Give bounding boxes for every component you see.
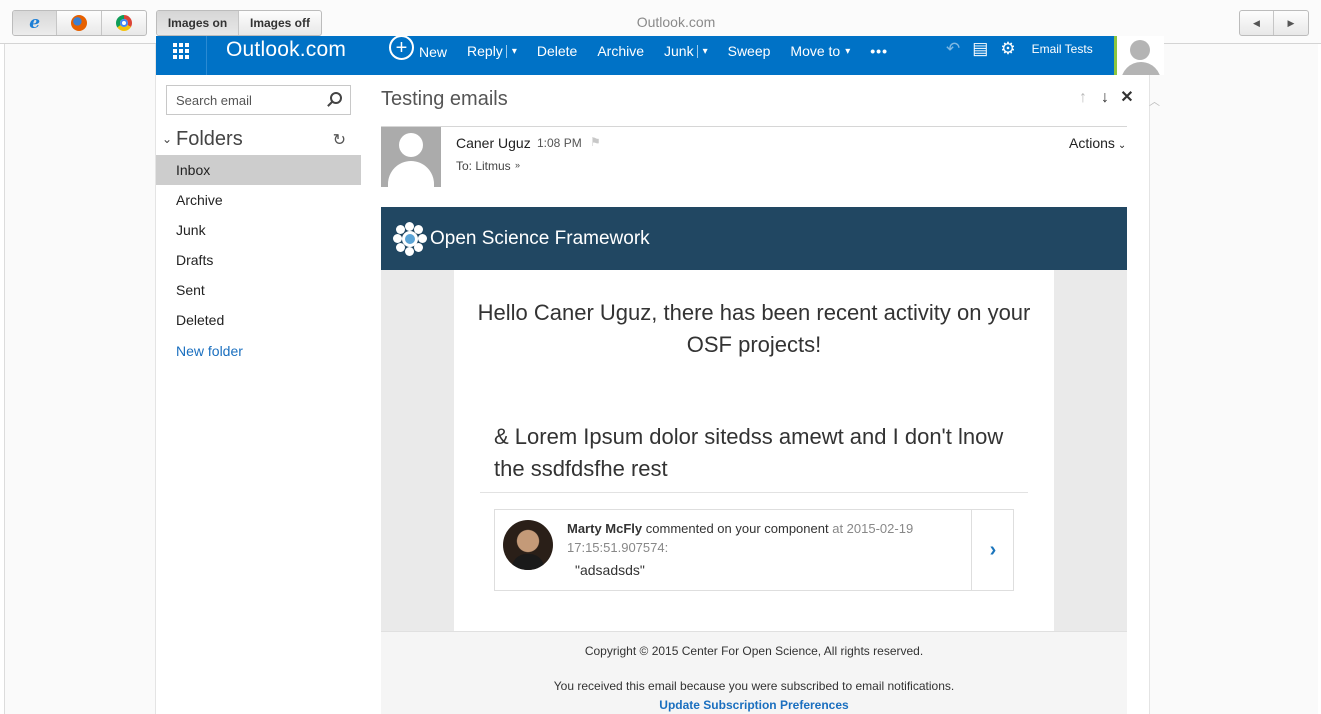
refresh-icon[interactable]: ↻ [333, 130, 346, 150]
chevron-down-icon[interactable]: ▾ [512, 46, 517, 57]
reading-pane: Testing emails ↑ ↓ ✕ ︿ Caner Uguz 1:08 P… [361, 75, 1160, 714]
email-card: Hello Caner Uguz, there has been recent … [454, 270, 1054, 631]
search-input[interactable] [167, 86, 317, 114]
recipient-line: To: Litmus [456, 159, 511, 173]
copyright-text: Copyright © 2015 Center For Open Science… [584, 644, 924, 658]
right-gutter [1149, 44, 1318, 714]
more-commands-button[interactable]: ••• [870, 43, 888, 59]
browser-switcher: e [12, 10, 147, 36]
left-gutter [5, 44, 156, 714]
activity-verb: commented on your component [645, 521, 829, 536]
command-list: + New Reply ▾ Delete Archive Junk ▾ Sweep M… [389, 36, 908, 75]
next-client-button[interactable]: ▶ [1274, 11, 1308, 35]
update-preferences-link[interactable]: Update Subscription Preferences [381, 698, 1127, 712]
flag-icon[interactable]: ⚑ [590, 135, 601, 149]
move-to-label: Move to [790, 43, 841, 59]
next-message-icon[interactable]: ↓ [1097, 90, 1113, 106]
activity-user: Marty McFly [567, 521, 643, 536]
sweep-button[interactable]: Sweep [728, 43, 771, 59]
images-on-button[interactable]: Images on [157, 11, 239, 35]
new-button[interactable]: + New [389, 36, 448, 60]
delete-button[interactable]: Delete [537, 43, 577, 59]
chevron-down-icon: ▾ [845, 45, 851, 57]
firefox-browser-button[interactable] [57, 11, 102, 35]
move-to-button[interactable]: Move to ▾ [790, 43, 850, 59]
ie-icon: e [29, 12, 41, 33]
chrome-browser-button[interactable] [102, 11, 146, 35]
card-divider [480, 492, 1028, 493]
client-title: Outlook.com [636, 14, 716, 30]
search-box [166, 85, 351, 115]
gear-icon[interactable]: ⚙ [1000, 40, 1015, 57]
commenter-avatar [503, 520, 553, 570]
account-area: ↶ ▤ ⚙ Email Tests [946, 36, 1093, 75]
chevron-down-icon[interactable]: ▾ [703, 46, 708, 57]
images-off-button[interactable]: Images off [239, 11, 321, 35]
reply-label: Reply [467, 43, 503, 59]
sender-name[interactable]: Caner Uguz [456, 135, 531, 151]
activity-text: Marty McFly commented on your component … [567, 519, 947, 557]
lorem-text: & Lorem Ipsum dolor sitedss amewt and I … [494, 424, 1004, 481]
subscription-note: You received this email because you were… [553, 679, 955, 693]
folder-inbox[interactable]: Inbox [156, 155, 361, 185]
undo-icon[interactable]: ↶ [946, 40, 960, 57]
folder-pane: ⌄ Folders ↻ Inbox Archive Junk Drafts Se… [156, 75, 361, 714]
archive-button[interactable]: Archive [597, 43, 644, 59]
account-avatar[interactable] [1114, 36, 1164, 75]
chrome-icon [115, 15, 132, 31]
account-name[interactable]: Email Tests [1032, 42, 1093, 56]
sent-time: 1:08 PM [537, 136, 582, 150]
actions-menu[interactable]: Actions ⌄ [1069, 135, 1126, 151]
email-body: Open Science Framework Hello Caner Uguz,… [381, 207, 1127, 714]
triangle-left-icon: ◀ [1253, 17, 1260, 28]
scroll-up-icon[interactable]: ︿ [1149, 93, 1160, 109]
reply-button[interactable]: Reply ▾ [467, 43, 517, 59]
folder-archive[interactable]: Archive [156, 185, 361, 215]
greeting-text: Hello Caner Uguz, there has been recent … [477, 300, 1031, 357]
new-folder-link[interactable]: New folder [176, 343, 243, 359]
junk-button[interactable]: Junk ▾ [664, 43, 708, 59]
expand-recipients-icon[interactable]: » [515, 160, 520, 170]
osf-brand-name: Open Science Framework [430, 227, 650, 249]
client-nav-arrows: ◀ ▶ [1239, 10, 1309, 36]
outlook-command-bar: Outlook.com + New Reply ▾ Delete Archive J… [156, 36, 1164, 75]
chevron-down-icon[interactable]: ⌄ [162, 132, 176, 146]
close-icon[interactable]: ✕ [1119, 90, 1135, 106]
comment-text: "adsadsds" [575, 562, 645, 578]
messenger-icon[interactable]: ▤ [972, 40, 988, 57]
app-launcher-icon[interactable] [156, 36, 207, 75]
email-footer: Copyright © 2015 Center For Open Science… [381, 631, 1127, 714]
plus-circle-icon: + [389, 36, 414, 60]
triangle-right-icon: ▶ [1287, 17, 1295, 28]
folder-list: Inbox Archive Junk Drafts Sent Deleted [156, 155, 361, 335]
open-activity-button[interactable]: › [971, 510, 1014, 590]
chevron-right-icon: › [989, 538, 997, 561]
folders-header: ⌄ Folders ↻ [162, 127, 354, 151]
firefox-icon [71, 15, 88, 31]
previous-message-icon[interactable]: ↑ [1075, 90, 1091, 106]
junk-label: Junk [664, 43, 694, 59]
actions-label: Actions [1069, 135, 1115, 151]
osf-logo-icon [393, 221, 427, 256]
header-divider [381, 126, 1127, 127]
folder-sent[interactable]: Sent [156, 275, 361, 305]
message-nav: ↑ ↓ ✕ [1069, 90, 1135, 106]
message-subject: Testing emails [381, 88, 508, 110]
images-toggle: Images on Images off [156, 10, 322, 36]
previous-client-button[interactable]: ◀ [1240, 11, 1275, 35]
folder-deleted[interactable]: Deleted [156, 305, 361, 335]
folders-title[interactable]: Folders [176, 128, 243, 151]
activity-item: Marty McFly commented on your component … [494, 509, 1014, 591]
ie-browser-button[interactable]: e [13, 11, 58, 35]
outlook-brand[interactable]: Outlook.com [226, 38, 346, 62]
folder-drafts[interactable]: Drafts [156, 245, 361, 275]
new-label: New [419, 43, 448, 60]
osf-banner: Open Science Framework [381, 207, 1127, 270]
chevron-down-icon: ⌄ [1117, 140, 1127, 151]
search-icon[interactable] [330, 92, 342, 104]
sender-avatar[interactable] [381, 127, 441, 187]
folder-junk[interactable]: Junk [156, 215, 361, 245]
